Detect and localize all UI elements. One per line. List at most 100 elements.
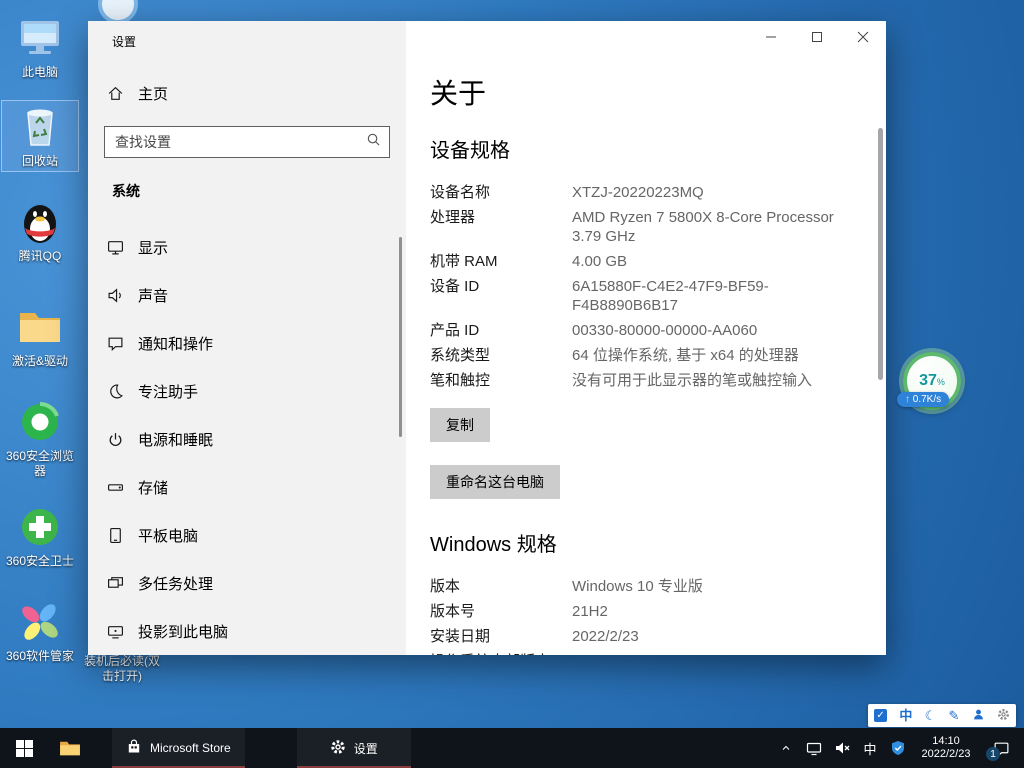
start-button[interactable]	[0, 728, 48, 768]
sidebar-item-power-sleep[interactable]: 电源和睡眠	[88, 415, 406, 463]
folder-icon	[16, 303, 64, 351]
device-spec-heading: 设备规格	[430, 139, 846, 163]
ime-moon-icon[interactable]: ☾	[925, 709, 937, 722]
network-icon[interactable]	[802, 728, 826, 768]
power-icon	[106, 430, 124, 448]
sidebar-item-label: 投影到此电脑	[138, 621, 228, 642]
spec-row: 产品 ID 00330-80000-00000-AA060	[430, 321, 846, 340]
taskbar-clock[interactable]: 14:10 2022/2/23	[914, 735, 978, 761]
spec-row: 设备 ID 6A15880F-C4E2-47F9-BF59-F4B8890B6B…	[430, 277, 846, 315]
ime-check-icon[interactable]: ✓	[874, 709, 887, 722]
spec-row: 系统类型 64 位操作系统, 基于 x64 的处理器	[430, 346, 846, 365]
taskbar-microsoft-store[interactable]: Microsoft Store	[112, 728, 245, 768]
maximize-button[interactable]	[794, 21, 840, 53]
sound-icon	[106, 286, 124, 304]
spec-row: 版本号 21H2	[430, 602, 846, 621]
spec-row: 操作系统内部版本 19044.1566	[430, 652, 846, 655]
action-center-button[interactable]: 1	[982, 728, 1020, 768]
sidebar-item-label: 电源和睡眠	[138, 429, 213, 450]
desktop-icon-360-browser[interactable]: 360安全浏览器	[2, 396, 78, 481]
window-title: 设置	[112, 33, 136, 50]
clock-date: 2022/2/23	[916, 748, 976, 761]
network-speed-pill: ↑ 0.7K/s	[897, 392, 949, 407]
sidebar-scrollbar[interactable]	[399, 237, 402, 437]
qq-icon	[16, 198, 64, 246]
settings-search-box	[104, 126, 390, 158]
desktop-icon-360-software-manager[interactable]: 360软件管家	[2, 596, 78, 666]
desktop-icon-360-safeguard[interactable]: 360安全卫士	[2, 501, 78, 571]
360-browser-icon	[16, 398, 64, 446]
desktop-icon-activation-driver[interactable]: 激活&驱动	[2, 301, 78, 371]
spec-row: 处理器 AMD Ryzen 7 5800X 8-Core Processor 3…	[430, 208, 846, 246]
sidebar-item-storage[interactable]: 存储	[88, 463, 406, 511]
desktop-icon-label: 装机后必读(双击打开)	[84, 654, 160, 684]
tray-chevron-up-icon[interactable]	[774, 728, 798, 768]
desktop-icon-recycle-bin[interactable]: 回收站	[2, 101, 78, 171]
settings-content: 关于 设备规格 设备名称 XTZJ-20220223MQ 处理器 AMD Ryz…	[406, 21, 886, 655]
ime-toolbar: ✓ 中 ☾ ✎	[868, 704, 1016, 727]
sidebar-item-focus-assist[interactable]: 专注助手	[88, 367, 406, 415]
sidebar-section-system: 系统	[112, 181, 140, 201]
desktop-icon-label: 腾讯QQ	[2, 249, 78, 264]
sidebar-item-label: 存储	[138, 477, 168, 498]
clock-time: 14:10	[916, 735, 976, 748]
settings-search-input[interactable]	[115, 134, 366, 150]
spec-row: 安装日期 2022/2/23	[430, 627, 846, 646]
sidebar-item-label: 平板电脑	[138, 525, 198, 546]
taskbar-app-label: 设置	[354, 740, 378, 757]
spec-row: 机带 RAM 4.00 GB	[430, 252, 846, 271]
desktop-icon-tencent-qq[interactable]: 腾讯QQ	[2, 196, 78, 266]
microsoft-store-icon	[126, 739, 142, 758]
sidebar-item-label: 声音	[138, 285, 168, 306]
spec-row: 设备名称 XTZJ-20220223MQ	[430, 183, 846, 202]
taskbar-app-label: Microsoft Store	[150, 741, 231, 755]
projecting-icon	[106, 622, 124, 640]
home-icon	[106, 85, 124, 103]
ime-language-indicator[interactable]: 中	[899, 709, 912, 722]
notification-badge: 1	[986, 747, 1000, 761]
volume-muted-icon[interactable]	[830, 728, 854, 768]
desktop-icon-label: 360安全卫士	[2, 554, 78, 569]
close-button[interactable]	[840, 21, 886, 53]
up-arrow-icon: ↑	[905, 394, 910, 405]
rename-pc-button[interactable]: 重命名这台电脑	[430, 465, 560, 499]
security-shield-icon[interactable]	[886, 728, 910, 768]
system-tray: 中 14:10 2022/2/23 1	[774, 728, 1024, 768]
settings-sidebar: 设置 主页 系统 显示	[88, 21, 406, 655]
desktop-icon-this-pc[interactable]: 此电脑	[2, 12, 78, 82]
settings-window: 设置 主页 系统 显示	[88, 21, 886, 655]
sidebar-item-display[interactable]: 显示	[88, 223, 406, 271]
ime-pen-icon[interactable]: ✎	[948, 709, 959, 722]
sidebar-item-sound[interactable]: 声音	[88, 271, 406, 319]
content-scrollbar[interactable]	[878, 53, 883, 653]
sidebar-item-label: 多任务处理	[138, 573, 213, 594]
spec-row: 版本 Windows 10 专业版	[430, 577, 846, 596]
spec-row: 笔和触控 没有可用于此显示器的笔或触控输入	[430, 371, 846, 390]
input-method-indicator[interactable]: 中	[858, 728, 882, 768]
sidebar-nav: 显示 声音 通知和操作 专注助手 电源和睡眠	[88, 223, 406, 655]
sidebar-item-home[interactable]: 主页	[106, 83, 168, 104]
desktop-icon-label: 回收站	[2, 154, 78, 169]
taskbar-settings[interactable]: 设置	[297, 728, 411, 768]
360-safeguard-icon	[16, 503, 64, 551]
multitasking-icon	[106, 574, 124, 592]
ime-user-icon[interactable]	[972, 708, 985, 723]
ime-gear-icon[interactable]	[997, 708, 1010, 723]
file-explorer-button[interactable]	[48, 728, 92, 768]
sidebar-item-tablet[interactable]: 平板电脑	[88, 511, 406, 559]
windows-spec-heading: Windows 规格	[430, 533, 846, 557]
sidebar-item-label: 显示	[138, 237, 168, 258]
minimize-button[interactable]	[748, 21, 794, 53]
sidebar-item-label: 专注助手	[138, 381, 198, 402]
sidebar-item-multitasking[interactable]: 多任务处理	[88, 559, 406, 607]
360-speed-ball[interactable]: 37% ↑ 0.7K/s	[903, 352, 967, 410]
sidebar-item-notifications[interactable]: 通知和操作	[88, 319, 406, 367]
tablet-icon	[106, 526, 124, 544]
search-icon[interactable]	[366, 132, 381, 152]
memory-percent: 37%	[919, 372, 945, 390]
sidebar-item-projecting[interactable]: 投影到此电脑	[88, 607, 406, 655]
sidebar-home-label: 主页	[138, 83, 168, 104]
about-page: 关于 设备规格 设备名称 XTZJ-20220223MQ 处理器 AMD Ryz…	[406, 21, 886, 655]
scrollbar-thumb[interactable]	[878, 128, 883, 380]
copy-button[interactable]: 复制	[430, 408, 490, 442]
